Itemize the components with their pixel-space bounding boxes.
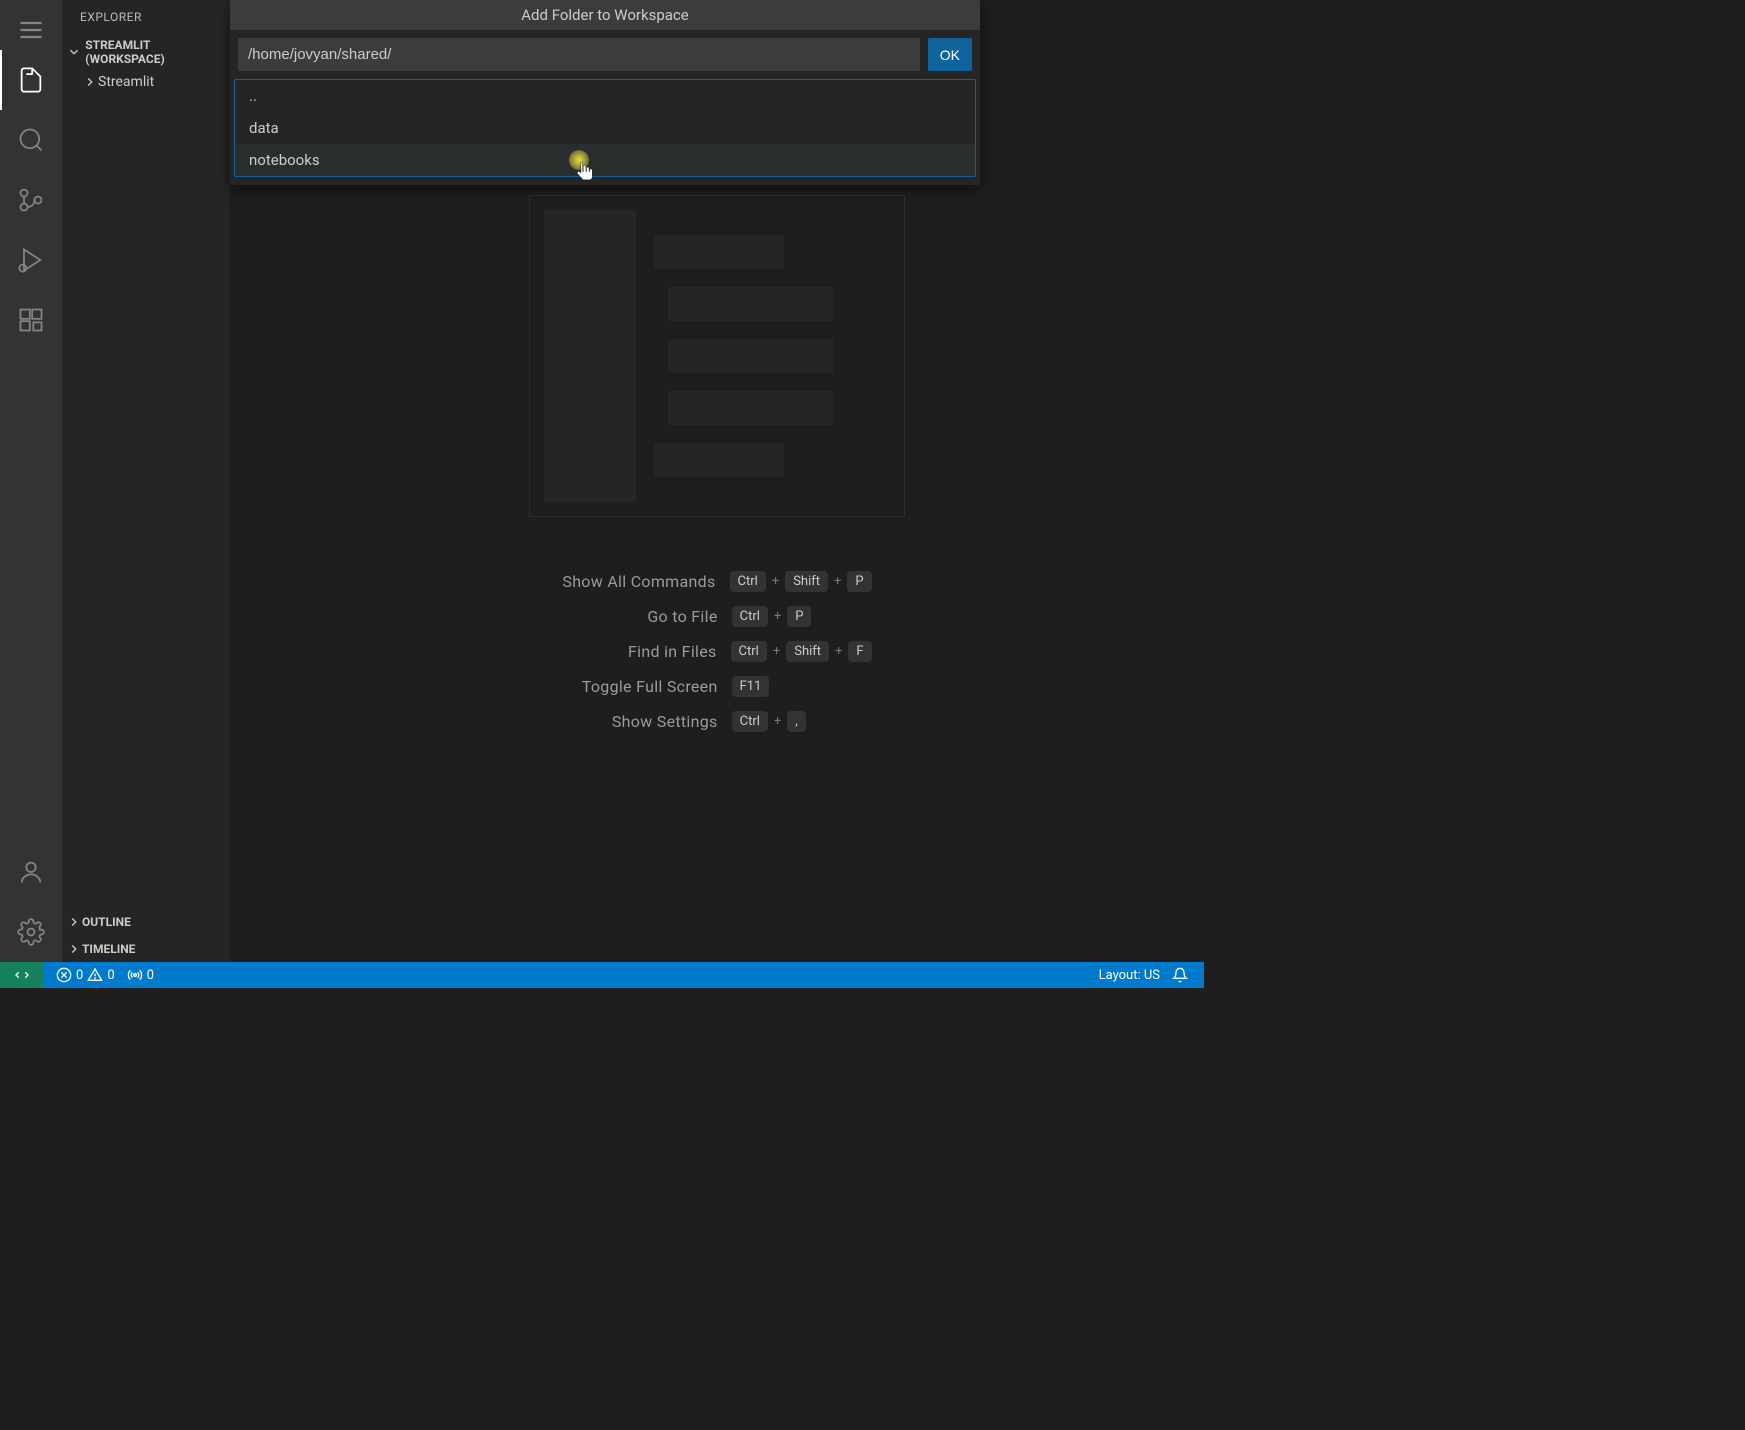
shortcut-label: Go to File — [647, 607, 717, 626]
add-folder-dialog: Add Folder to Workspace OK ..datanoteboo… — [230, 0, 980, 185]
shortcut-label: Show All Commands — [562, 572, 715, 591]
status-bar: 0 0 0 Layout: US — [0, 962, 1204, 988]
shortcut-keys: Ctrl+, — [732, 711, 872, 732]
outline-label: OUTLINE — [82, 915, 131, 929]
shortcut-keys: Ctrl+P — [732, 606, 872, 627]
explorer-sidebar: EXPLORER STREAMLIT (WORKSPACE) Streamlit — [62, 0, 230, 962]
dialog-title: Add Folder to Workspace — [230, 0, 980, 30]
run-debug-icon[interactable] — [0, 230, 62, 290]
folder-entry[interactable]: notebooks — [235, 144, 975, 176]
search-icon[interactable] — [0, 110, 62, 170]
ports-count: 0 — [147, 968, 154, 983]
errors-count: 0 — [76, 968, 83, 983]
timeline-label: TIMELINE — [82, 942, 135, 956]
source-control-icon[interactable] — [0, 170, 62, 230]
chevron-right-icon — [82, 74, 98, 90]
shortcut-label: Toggle Full Screen — [582, 677, 718, 696]
workspace-label: STREAMLIT (WORKSPACE) — [85, 38, 226, 66]
shortcut-label: Find in Files — [628, 642, 717, 661]
folder-entries-list: ..datanotebooks — [234, 79, 976, 177]
folder-entry[interactable]: .. — [235, 80, 975, 112]
shortcut-keys: Ctrl+Shift+F — [731, 641, 872, 662]
explorer-icon[interactable] — [0, 50, 62, 110]
shortcut-keys: F11 — [732, 676, 872, 697]
problems-indicator[interactable]: 0 0 — [50, 967, 121, 983]
keyboard-layout[interactable]: Layout: US — [1093, 968, 1166, 983]
shortcut-keys: Ctrl+Shift+P — [730, 571, 872, 592]
extensions-icon[interactable] — [0, 290, 62, 350]
ok-button[interactable]: OK — [928, 38, 972, 71]
ports-indicator[interactable]: 0 — [121, 967, 160, 983]
settings-icon[interactable] — [0, 902, 62, 962]
workspace-header[interactable]: STREAMLIT (WORKSPACE) — [62, 34, 230, 70]
shortcut-list: Show All Commands Ctrl+Shift+P Go to File C… — [562, 571, 871, 732]
sidebar-title: EXPLORER — [62, 0, 230, 34]
shortcut-row: Toggle Full Screen F11 — [562, 676, 871, 697]
warnings-count: 0 — [107, 968, 114, 983]
tree-item-label: Streamlit — [98, 74, 154, 90]
remote-indicator[interactable] — [0, 962, 44, 988]
notifications-icon[interactable] — [1166, 967, 1194, 983]
folder-path-input[interactable] — [238, 38, 920, 71]
editor-placeholder-graphic — [529, 195, 905, 517]
tree-item-streamlit[interactable]: Streamlit — [62, 70, 230, 94]
shortcut-row: Show All Commands Ctrl+Shift+P — [562, 571, 871, 592]
folder-entry[interactable]: data — [235, 112, 975, 144]
activity-bar — [0, 0, 62, 962]
shortcut-row: Find in Files Ctrl+Shift+F — [562, 641, 871, 662]
timeline-panel-header[interactable]: TIMELINE — [62, 935, 230, 962]
shortcut-label: Show Settings — [612, 712, 718, 731]
menu-icon[interactable] — [0, 10, 62, 50]
chevron-right-icon — [66, 914, 82, 930]
accounts-icon[interactable] — [0, 842, 62, 902]
chevron-down-icon — [66, 44, 81, 60]
shortcut-row: Go to File Ctrl+P — [562, 606, 871, 627]
chevron-right-icon — [66, 941, 82, 957]
outline-panel-header[interactable]: OUTLINE — [62, 908, 230, 935]
shortcut-row: Show Settings Ctrl+, — [562, 711, 871, 732]
